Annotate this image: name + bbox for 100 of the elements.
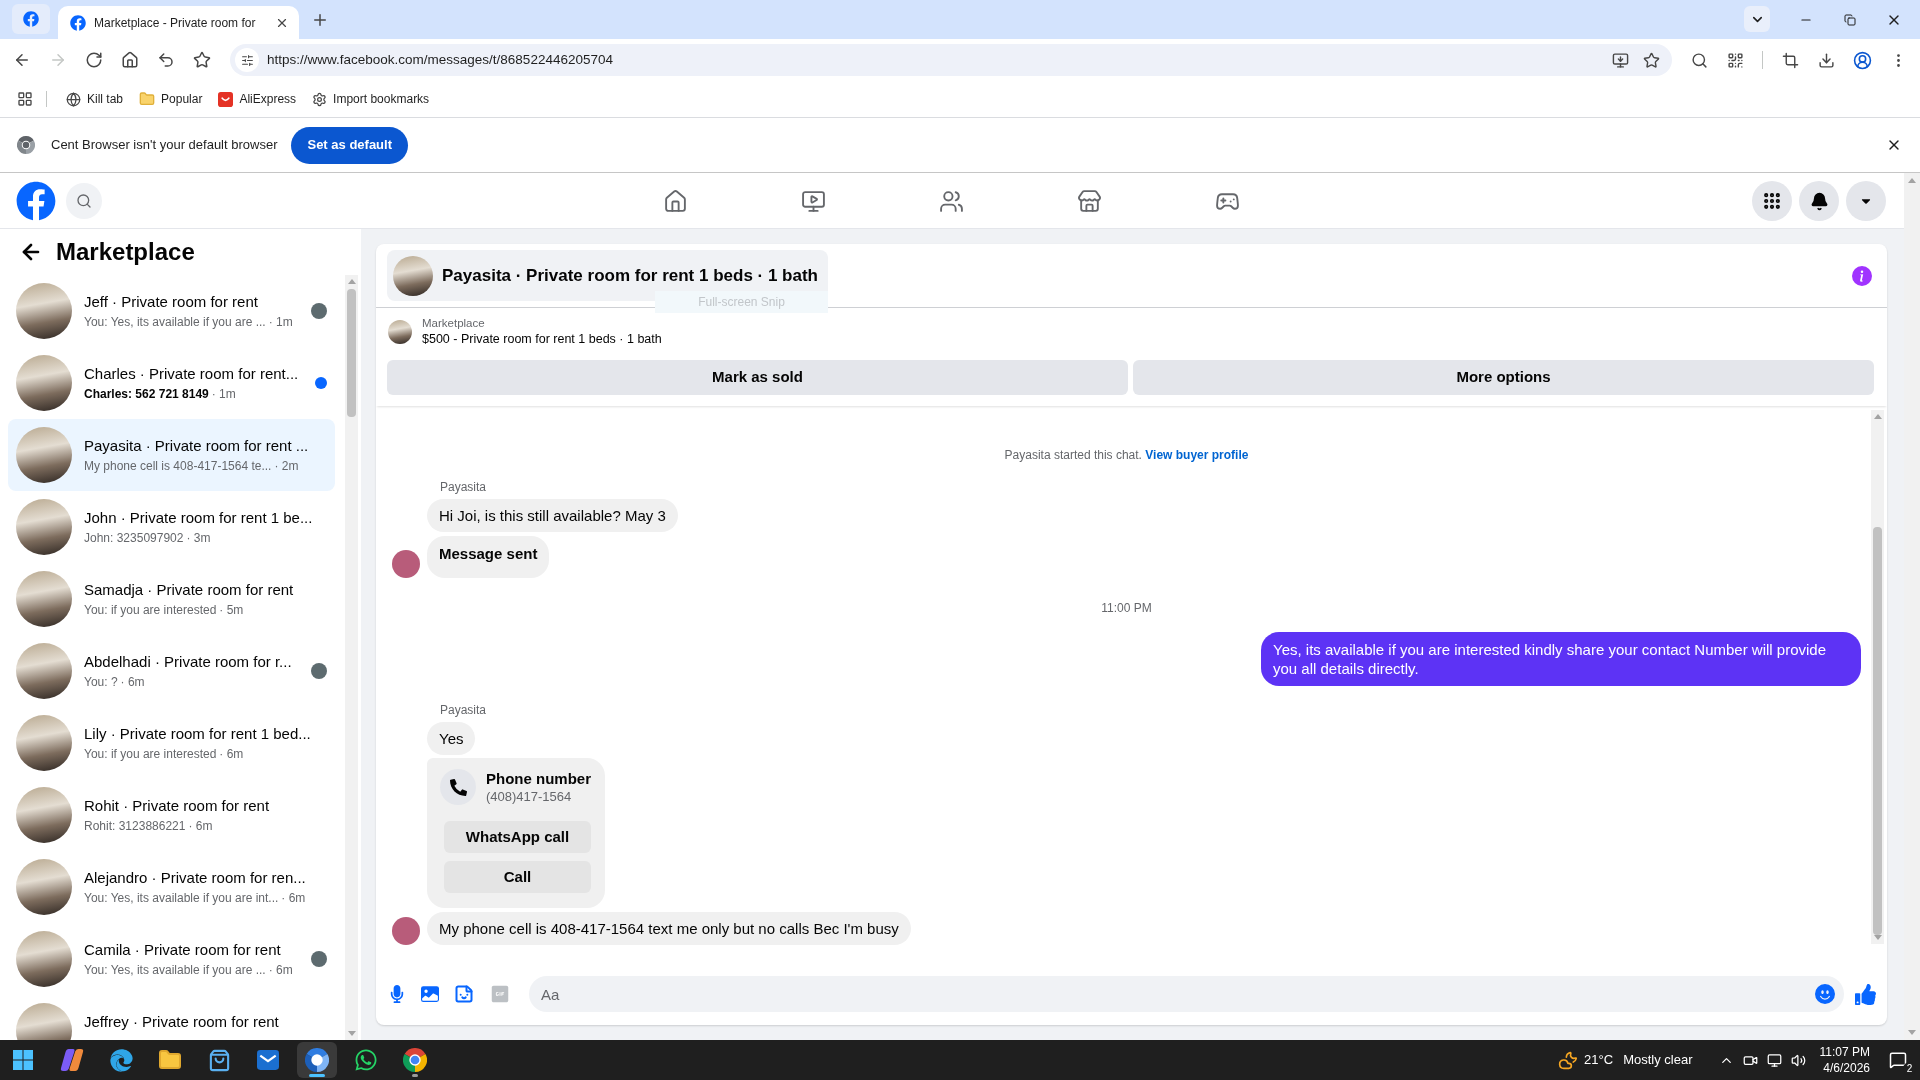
- search-button[interactable]: [66, 183, 102, 219]
- conversation-title: Abdelhadi · Private room for r...: [84, 652, 292, 672]
- browser-wave-icon: [109, 1048, 133, 1072]
- photo-placeholder: [388, 320, 412, 344]
- search-icon[interactable]: [1690, 51, 1708, 69]
- message-time: · 6m: [219, 746, 244, 762]
- pinned-tab[interactable]: [12, 4, 50, 34]
- bookmark-item[interactable]: Import bookmarks: [306, 85, 436, 113]
- browser-tab[interactable]: Marketplace - Private room for: [58, 6, 300, 39]
- message-preview: You: if you are interested: [84, 602, 217, 618]
- globe-icon: [66, 91, 81, 107]
- message-input[interactable]: Aa: [529, 976, 1844, 1012]
- video-icon[interactable]: [800, 188, 826, 214]
- timestamp: 11:00 PM: [1101, 600, 1152, 616]
- back-icon[interactable]: [13, 51, 31, 69]
- install-app-icon[interactable]: [1612, 51, 1629, 69]
- facebook-logo-icon[interactable]: [16, 181, 56, 221]
- photo-placeholder: [16, 499, 72, 555]
- bookmark-item[interactable]: AliExpress: [212, 85, 303, 113]
- info-icon[interactable]: [1852, 265, 1872, 286]
- store-icon[interactable]: [1076, 188, 1102, 214]
- message-time: · 5m: [219, 602, 244, 618]
- download-icon[interactable]: [1817, 51, 1835, 69]
- listing-action-button[interactable]: More options: [1133, 360, 1874, 395]
- chat-intro: Payasita started this chat. View buyer profile: [1004, 447, 1249, 463]
- reload-icon[interactable]: [85, 51, 103, 69]
- friends-icon[interactable]: [938, 188, 964, 214]
- qr-code-icon[interactable]: [1726, 51, 1744, 69]
- message-preview: You: Yes, its available if you are int...: [84, 890, 279, 906]
- message-time: · 2m: [274, 458, 299, 474]
- volume-icon[interactable]: [1790, 1052, 1806, 1068]
- sidebar-title: Marketplace: [56, 237, 195, 267]
- home-icon[interactable]: [662, 188, 688, 214]
- incoming-message-bubble: Message sent: [427, 536, 550, 578]
- seen-avatar: [311, 951, 327, 967]
- store-bag-icon: [207, 1048, 231, 1072]
- notification-icon[interactable]: [1889, 1051, 1907, 1069]
- conversation-title: Camila · Private room for rent: [84, 940, 281, 960]
- conversation-title: Payasita · Private room for rent ...: [84, 436, 309, 456]
- profile-icon[interactable]: [1852, 50, 1872, 70]
- weather-condition: Mostly clear: [1623, 1051, 1693, 1070]
- conversation-title: Jeffrey · Private room for rent: [84, 1012, 279, 1032]
- restore-icon[interactable]: [1844, 13, 1856, 26]
- chat-title-button[interactable]: Payasita · Private room for rent 1 beds · 1 bath: [387, 250, 828, 301]
- message-preview: You: Yes, its available if you are ...: [84, 962, 266, 978]
- facebook-logo-icon: [70, 14, 86, 31]
- site-info-button[interactable]: [235, 48, 259, 72]
- home-icon[interactable]: [121, 51, 139, 69]
- facebook-logo-icon: [23, 11, 39, 27]
- set-as-default-button[interactable]: Set as default: [291, 126, 408, 164]
- network-icon[interactable]: [1766, 1052, 1782, 1068]
- message-time: · 6m: [281, 890, 306, 906]
- listing-action-button[interactable]: Mark as sold: [387, 360, 1128, 395]
- notifications-button[interactable]: [1799, 181, 1839, 221]
- windows-logo-icon: [13, 1050, 33, 1070]
- bookmark-item[interactable]: Kill tab: [60, 85, 130, 113]
- conversation-item[interactable]: Payasita · Private room for rent ... My phone cell is 408-417-1564 te... · 2m: [8, 419, 335, 491]
- running-indicator: [309, 1074, 325, 1077]
- thumbs-up-icon[interactable]: [1855, 983, 1876, 1005]
- scrollbar-thumb[interactable]: [347, 289, 356, 417]
- apps-grid-icon[interactable]: [17, 91, 33, 107]
- conversation-title: Alejandro · Private room for ren...: [84, 868, 306, 888]
- tab-search-button[interactable]: [1744, 6, 1770, 32]
- photo-placeholder: [393, 255, 433, 296]
- menu-button[interactable]: [1752, 181, 1792, 221]
- image-icon[interactable]: [421, 985, 439, 1003]
- view-buyer-profile-link[interactable]: View buyer profile: [1145, 448, 1249, 462]
- message-time: · 6m: [268, 962, 293, 978]
- call-option-button[interactable]: WhatsApp call: [444, 821, 591, 853]
- conversation-title: Samadja · Private room for rent: [84, 580, 294, 600]
- phone-icon: [440, 769, 476, 805]
- clock-date: 4/6/2026: [1823, 1060, 1870, 1076]
- crop-icon[interactable]: [1781, 51, 1799, 69]
- sender-name: Payasita: [440, 479, 487, 495]
- message-preview: You: Yes, its available if you are ...: [84, 314, 266, 330]
- photo-placeholder: [16, 715, 72, 771]
- photo-placeholder: [16, 355, 72, 411]
- photo-placeholder: [16, 787, 72, 843]
- sticker-icon[interactable]: [454, 984, 474, 1004]
- message-preview: You: ?: [84, 674, 118, 690]
- message-time: · 6m: [188, 818, 213, 834]
- swirl-logo-icon: [60, 1049, 84, 1071]
- taskbar-button[interactable]: [297, 1042, 337, 1078]
- search-icon: [76, 193, 92, 209]
- call-option-button[interactable]: Call: [444, 861, 591, 893]
- star-icon[interactable]: [193, 51, 211, 69]
- outgoing-message-bubble: Yes, its available if you are interested kindly share your contact Number will provide you all details directly.: [1261, 632, 1861, 686]
- photo-placeholder: [16, 427, 72, 483]
- bookmark-star-icon[interactable]: [1643, 51, 1660, 69]
- scrollbar-thumb[interactable]: [1873, 527, 1882, 935]
- undo-icon[interactable]: [157, 51, 175, 69]
- microphone-icon[interactable]: [388, 985, 406, 1003]
- weather-icon[interactable]: [1558, 1050, 1579, 1070]
- listing-source: Marketplace: [422, 316, 486, 331]
- bookmark-item[interactable]: Popular: [133, 85, 209, 113]
- emoji-icon[interactable]: [1815, 984, 1835, 1004]
- browser-logo-icon: [403, 1048, 427, 1072]
- phone-number: (408)417-1564: [486, 788, 573, 805]
- address-bar[interactable]: https://www.facebook.com/messages/t/868522446205704: [230, 44, 1672, 76]
- chat-phone-icon: [354, 1048, 378, 1072]
